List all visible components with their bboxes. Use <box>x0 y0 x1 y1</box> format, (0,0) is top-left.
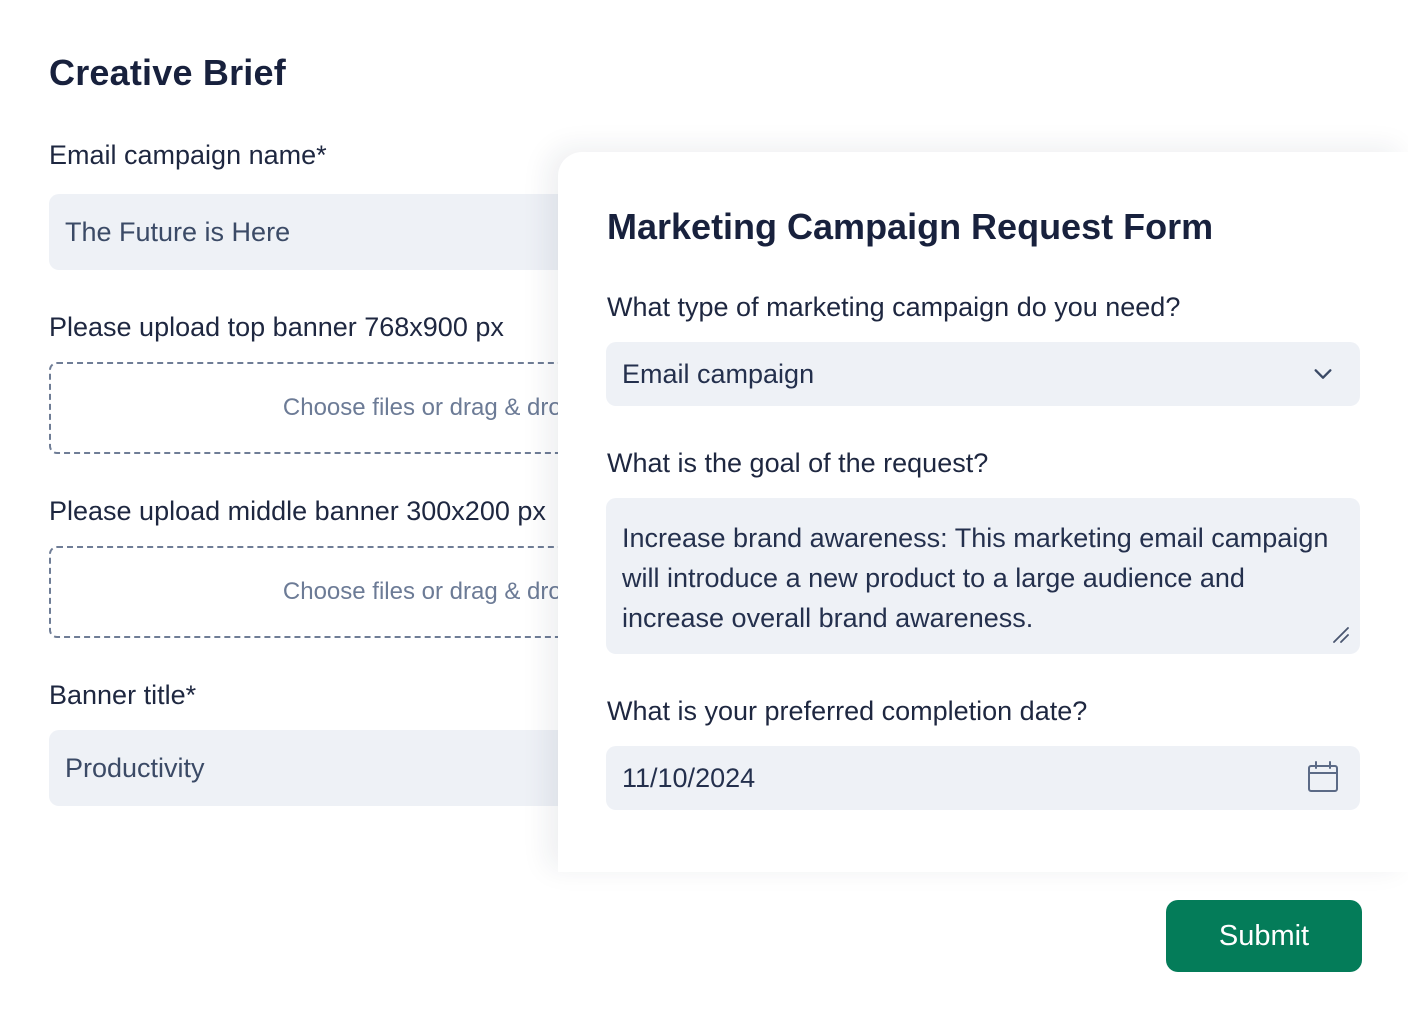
banner-title-label: Banner title* <box>49 680 197 710</box>
middle-banner-drop-text: Choose files or drag & drop <box>282 578 576 605</box>
resize-handle-icon[interactable] <box>1330 624 1350 644</box>
top-banner-drop-text: Choose files or drag & drop <box>282 394 576 421</box>
submit-button[interactable]: Submit <box>1166 900 1362 972</box>
campaign-type-value: Email campaign <box>622 358 815 389</box>
campaign-name-label: Email campaign name* <box>49 140 327 170</box>
request-form-title: Marketing Campaign Request Form <box>607 206 1214 247</box>
top-banner-label: Please upload top banner 768x900 px <box>49 312 504 342</box>
completion-date-value: 11/10/2024 <box>622 762 756 793</box>
completion-date-label: What is your preferred completion date? <box>607 696 1088 726</box>
middle-banner-label: Please upload middle banner 300x200 px <box>49 496 546 526</box>
goal-value: Increase brand awareness: This marketing… <box>622 523 1329 633</box>
creative-brief-title: Creative Brief <box>49 52 286 93</box>
campaign-type-label: What type of marketing campaign do you n… <box>607 292 1181 322</box>
goal-label: What is the goal of the request? <box>607 448 989 478</box>
campaign-name-value: The Future is Here <box>65 216 291 247</box>
banner-title-value: Productivity <box>65 752 205 783</box>
completion-date-input[interactable]: 11/10/2024 <box>606 746 1360 810</box>
page: Creative Brief Email campaign name* The … <box>0 0 1408 1024</box>
chevron-down-icon <box>1314 369 1332 379</box>
goal-textarea[interactable]: Increase brand awareness: This marketing… <box>606 498 1360 654</box>
request-form-card: Marketing Campaign Request Form What typ… <box>558 152 1408 872</box>
campaign-type-select[interactable]: Email campaign <box>606 342 1360 406</box>
calendar-icon[interactable] <box>1306 760 1340 794</box>
